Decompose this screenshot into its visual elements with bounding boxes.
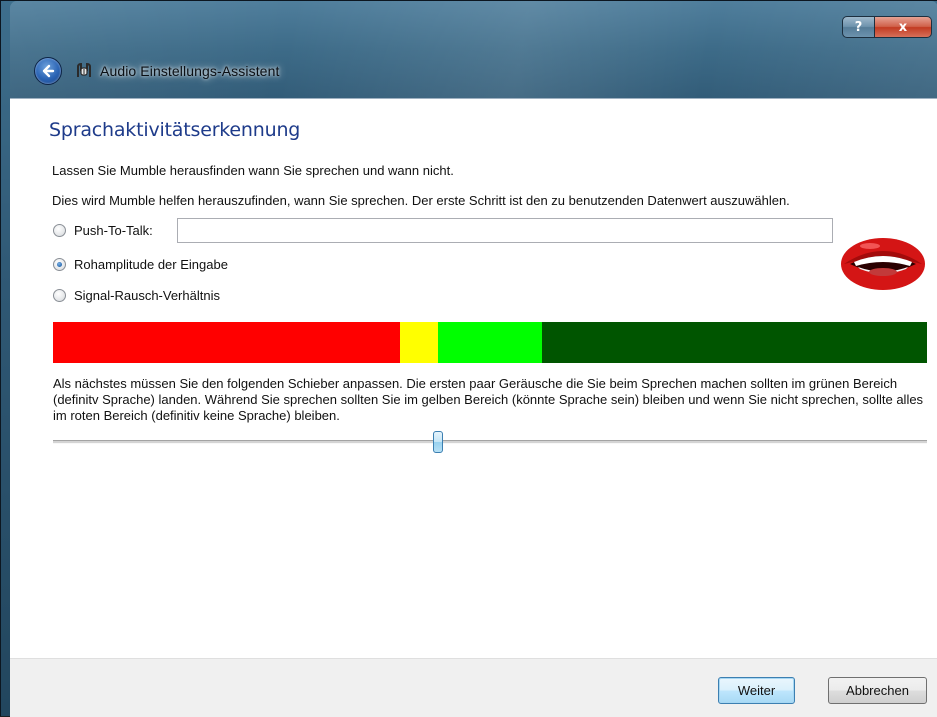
radio-button[interactable] <box>53 224 66 237</box>
help-button[interactable]: ? <box>842 16 875 38</box>
back-button[interactable] <box>34 57 62 85</box>
push-to-talk-shortcut-field[interactable] <box>177 218 833 243</box>
threshold-slider[interactable] <box>53 429 927 455</box>
caption-buttons: ? x <box>842 16 932 38</box>
meter-segment-dark-green <box>541 322 927 363</box>
radio-push-to-talk[interactable]: Push-To-Talk: <box>53 223 153 238</box>
window-title: Audio Einstellungs-Assistent <box>100 63 280 79</box>
title-row: Audio Einstellungs-Assistent <box>34 55 279 87</box>
radio-button[interactable] <box>53 289 66 302</box>
meter-segment-light-green <box>438 322 542 363</box>
back-arrow-icon <box>42 64 55 78</box>
button-bar: Weiter Abbrechen <box>10 658 937 717</box>
radio-label: Rohamplitude der Eingabe <box>74 257 228 272</box>
mouth-icon <box>841 238 925 290</box>
wizard-page: Sprachaktivitätserkennung Lassen Sie Mum… <box>10 98 937 658</box>
slider-instructions: Als nächstes müssen Sie den folgenden Sc… <box>53 376 924 423</box>
wizard-window: ? x Audio Einstellungs-Assistent Spracha… <box>0 0 937 717</box>
page-title: Sprachaktivitätserkennung <box>49 119 301 141</box>
slider-track <box>53 440 927 444</box>
radio-signal-to-noise[interactable]: Signal-Rausch-Verhältnis <box>53 288 220 303</box>
meter-segment-yellow <box>399 322 439 363</box>
voice-activity-meter <box>53 322 927 363</box>
radio-raw-amplitude[interactable]: Rohamplitude der Eingabe <box>53 257 228 272</box>
close-button[interactable]: x <box>875 16 932 38</box>
slider-thumb[interactable] <box>433 431 444 453</box>
meter-segment-red <box>53 322 400 363</box>
radio-label: Signal-Rausch-Verhältnis <box>74 288 220 303</box>
radio-label: Push-To-Talk: <box>74 223 153 238</box>
intro-text-1: Lassen Sie Mumble herausfinden wann Sie … <box>52 163 454 178</box>
radio-button[interactable] <box>53 258 66 271</box>
radio-selected-dot <box>57 262 62 267</box>
title-bar[interactable]: ? x Audio Einstellungs-Assistent <box>10 1 937 98</box>
intro-text-2: Dies wird Mumble helfen herauszufinden, … <box>52 193 790 208</box>
next-button[interactable]: Weiter <box>718 677 795 704</box>
cancel-button[interactable]: Abbrechen <box>828 677 927 704</box>
mumble-icon <box>75 62 93 80</box>
